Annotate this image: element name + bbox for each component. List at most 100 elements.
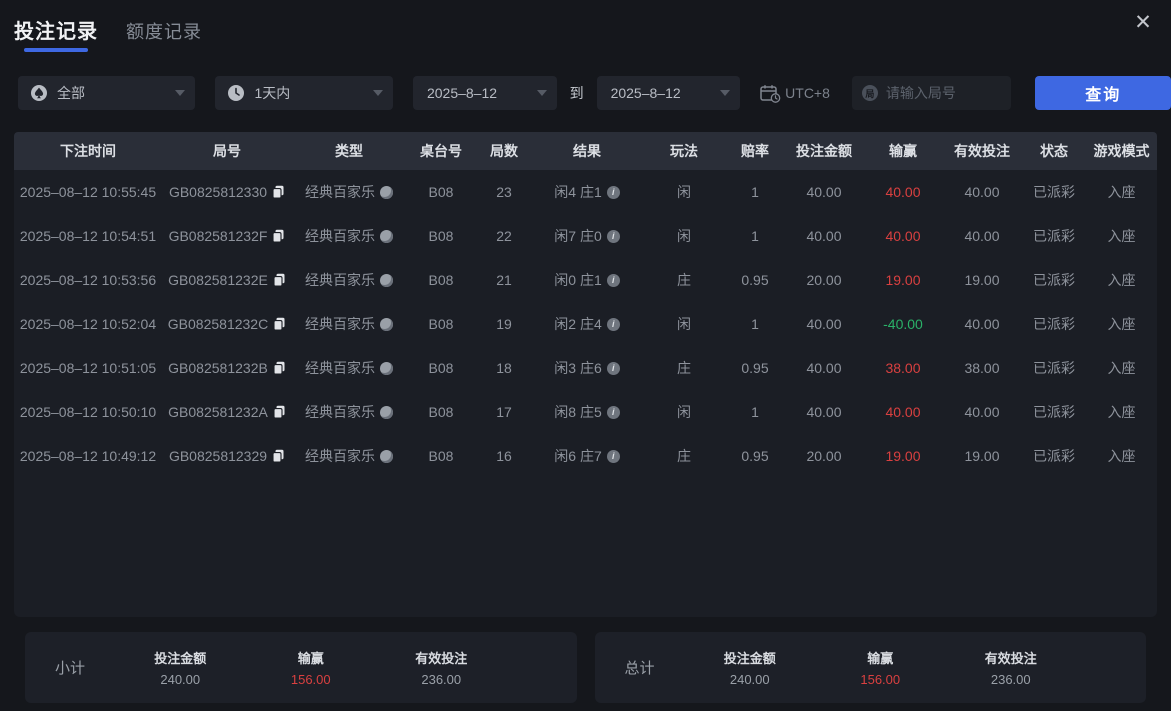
tab-betting-records-label: 投注记录: [14, 21, 98, 43]
stat-value: 156.00: [290, 672, 331, 687]
valid-bet-cell: 38.00: [964, 360, 1000, 376]
game-type-cell: 经典百家乐: [292, 314, 406, 334]
total-win-loss: 输赢 156.00: [815, 648, 946, 687]
game-disc-icon[interactable]: [380, 273, 393, 287]
date-to-select[interactable]: 2025–8–12: [596, 76, 741, 110]
copy-icon[interactable]: [273, 405, 286, 419]
round-no-cell: 19: [496, 316, 512, 332]
game-type: 经典百家乐: [305, 448, 375, 464]
game-disc-icon[interactable]: [380, 449, 393, 463]
copy-icon[interactable]: [272, 229, 285, 243]
table-row: 2025–08–12 10:50:10 GB082581232A 经典百家乐 B…: [14, 390, 1157, 434]
odds-cell: 0.95: [741, 272, 769, 288]
time-range-select[interactable]: 1天内: [215, 76, 393, 110]
round-number-input[interactable]: [885, 85, 1002, 101]
game-disc-icon[interactable]: [380, 317, 393, 331]
bet-records-table: 下注时间 局号 类型 桌台号 局数 结果 玩法 赔率 投注金额 输赢 有效投注 …: [14, 132, 1157, 617]
game-disc-icon[interactable]: [380, 405, 393, 419]
date-from-select[interactable]: 2025–8–12: [412, 76, 557, 110]
table-row: 2025–08–12 10:49:12 GB0825812329 经典百家乐 B…: [14, 434, 1157, 478]
info-icon[interactable]: i: [606, 273, 620, 287]
info-icon[interactable]: i: [606, 361, 620, 375]
valid-bet-cell: 19.00: [964, 448, 1000, 464]
info-icon[interactable]: i: [606, 185, 620, 199]
chevron-down-icon: [175, 90, 186, 96]
game-type: 经典百家乐: [305, 404, 375, 420]
result-cell: 闲4 庄1 i: [532, 182, 642, 202]
play-cell: 庄: [677, 272, 691, 288]
round-no-cell: 23: [496, 184, 512, 200]
bet-amount-cell: 40.00: [806, 404, 842, 420]
info-icon[interactable]: i: [606, 317, 620, 331]
round-id: GB082581232C: [167, 316, 269, 332]
result-cell: 闲7 庄0 i: [532, 226, 642, 246]
bet-amount-cell: 20.00: [806, 448, 842, 464]
time-range-value: 1天内: [254, 85, 291, 101]
status-cell: 已派彩: [1033, 404, 1075, 420]
close-icon[interactable]: ✕: [1129, 8, 1157, 36]
copy-icon[interactable]: [272, 185, 285, 199]
game-disc-icon[interactable]: [380, 229, 393, 243]
chevron-down-icon: [720, 90, 731, 96]
header-round-no: 局数: [490, 143, 518, 159]
win-loss-cell: 19.00: [885, 448, 921, 464]
round-no-cell: 21: [496, 272, 512, 288]
odds-cell: 0.95: [741, 360, 769, 376]
valid-bet-cell: 40.00: [964, 228, 1000, 244]
summary-footer: 小计 投注金额 240.00 输赢 156.00 有效投注 236.00 总计: [25, 632, 1146, 703]
chevron-down-icon: [536, 90, 547, 96]
total-panel: 总计 投注金额 240.00 输赢 156.00 有效投注 236.00: [594, 632, 1146, 703]
stat-label: 有效投注: [415, 651, 468, 666]
copy-icon[interactable]: [273, 317, 286, 331]
game-type: 经典百家乐: [305, 360, 375, 376]
stat-label: 有效投注: [984, 651, 1037, 666]
copy-icon[interactable]: [273, 361, 286, 375]
round-id: GB082581232F: [168, 228, 268, 244]
info-icon[interactable]: i: [606, 449, 620, 463]
game-disc-icon[interactable]: [380, 185, 393, 199]
round-id-cell: GB082581232F: [162, 228, 292, 244]
game-type-select[interactable]: 全部: [18, 76, 196, 110]
play-cell: 闲: [677, 228, 691, 244]
result-value: 闲8 庄5: [554, 404, 602, 420]
tab-betting-records[interactable]: 投注记录: [14, 15, 98, 56]
status-cell: 已派彩: [1033, 272, 1075, 288]
bet-time-cell: 2025–08–12 10:53:56: [19, 272, 157, 288]
valid-bet-cell: 40.00: [964, 184, 1000, 200]
header-bet-amount: 投注金额: [796, 143, 852, 159]
round-id: GB082581232B: [168, 360, 268, 376]
info-icon[interactable]: i: [606, 405, 620, 419]
info-icon[interactable]: i: [606, 229, 620, 243]
game-type-cell: 经典百家乐: [292, 402, 406, 422]
stat-value: 236.00: [421, 672, 462, 687]
active-tab-underline: [24, 48, 88, 52]
header-odds: 赔率: [741, 143, 769, 159]
result-cell: 闲2 庄4 i: [532, 314, 642, 334]
round-id-cell: GB0825812329: [162, 448, 292, 464]
copy-icon[interactable]: [273, 273, 286, 287]
bet-amount-cell: 40.00: [806, 228, 842, 244]
query-button[interactable]: 查询: [1035, 76, 1171, 110]
tab-quota-records-label: 额度记录: [126, 22, 202, 42]
game-mode-cell: 入座: [1107, 404, 1136, 420]
timezone-indicator: UTC+8: [760, 84, 830, 103]
game-type: 经典百家乐: [305, 316, 375, 332]
tab-quota-records[interactable]: 额度记录: [126, 18, 202, 56]
round-number-input-wrap[interactable]: 局: [851, 76, 1012, 110]
round-id-cell: GB0825812330: [162, 184, 292, 200]
total-label: 总计: [624, 660, 655, 677]
copy-icon[interactable]: [272, 449, 285, 463]
stat-value: 236.00: [990, 672, 1031, 687]
header-bet-time: 下注时间: [60, 143, 116, 159]
table-no-cell: B08: [428, 404, 454, 420]
win-loss-cell: -40.00: [883, 316, 923, 332]
result-value: 闲3 庄6: [554, 360, 602, 376]
calendar-clock-icon: [760, 84, 785, 103]
game-disc-icon[interactable]: [380, 361, 393, 375]
game-type-cell: 经典百家乐: [292, 446, 406, 466]
header-status: 状态: [1040, 143, 1068, 159]
table-no-cell: B08: [428, 272, 454, 288]
date-from-value: 2025–8–12: [426, 85, 498, 101]
header-table-no: 桌台号: [420, 143, 462, 159]
game-type: 经典百家乐: [305, 184, 375, 200]
